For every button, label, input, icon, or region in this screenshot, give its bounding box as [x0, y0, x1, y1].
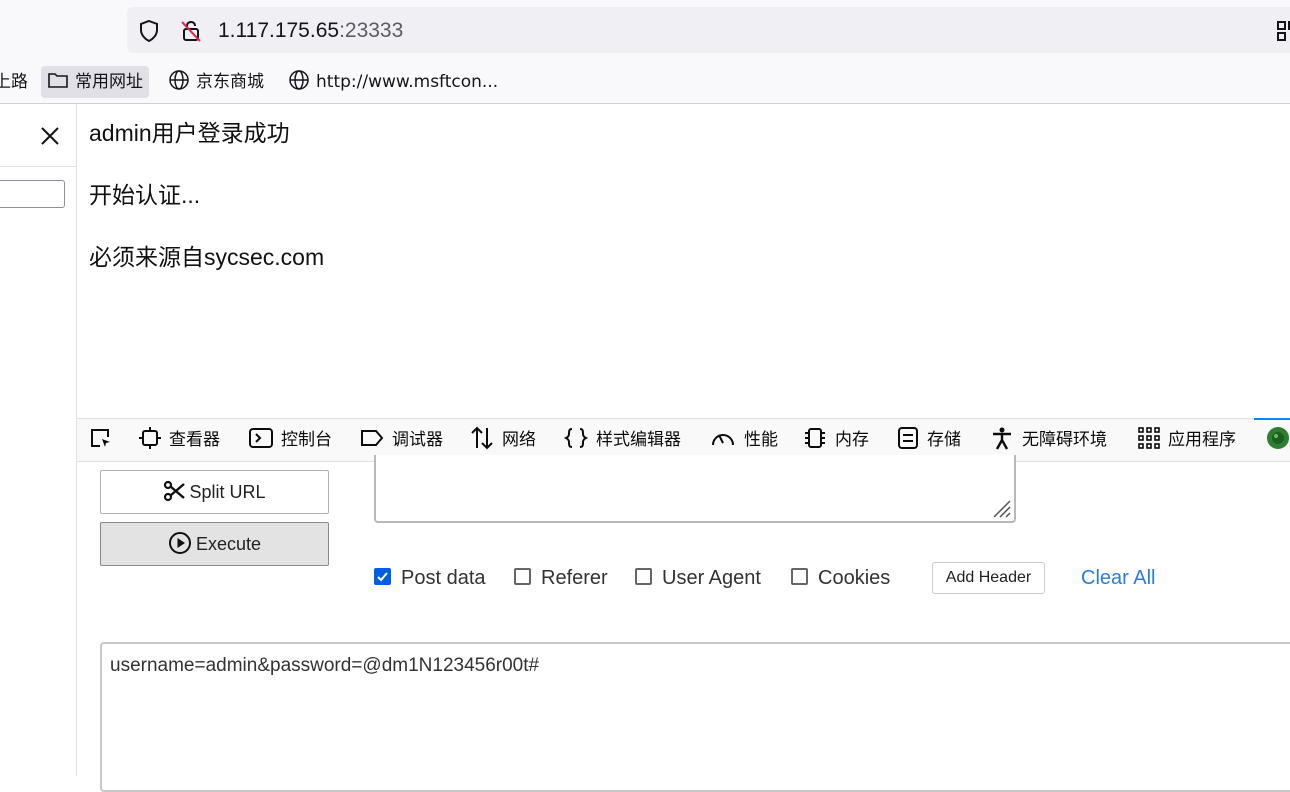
globe-icon	[169, 70, 189, 90]
console-icon	[249, 428, 273, 448]
close-icon[interactable]	[38, 124, 62, 148]
url-host: 1.117.175.65	[218, 19, 340, 42]
checkbox-icon[interactable]	[791, 568, 808, 586]
clear-all-link[interactable]: Clear All	[1081, 566, 1155, 590]
sidebar-search-input[interactable]	[0, 180, 65, 208]
bookmarks-bar: 上路 常用网址 京东商城 http://www.msftcon...	[0, 62, 1290, 104]
user-agent-checkbox[interactable]: User Agent	[635, 566, 761, 590]
bookmark-item[interactable]: 上路	[0, 66, 28, 98]
curly-braces-icon	[563, 428, 589, 448]
auth-start-text: 开始认证...	[89, 182, 201, 208]
post-data-checkbox[interactable]: Post data	[374, 566, 486, 590]
url-text[interactable]: 1.117.175.65:23333	[218, 18, 403, 44]
globe-icon	[289, 70, 309, 90]
debugger-icon	[361, 430, 384, 446]
url-port: :23333	[339, 19, 404, 42]
active-tab-indicator	[1254, 418, 1290, 420]
bookmark-msftconnect[interactable]: http://www.msftcon...	[288, 66, 498, 98]
referer-required-text: 必须来源自sycsec.com	[89, 244, 325, 270]
resize-grip-icon[interactable]	[990, 497, 1012, 519]
referer-checkbox[interactable]: Referer	[514, 566, 608, 590]
tab-application[interactable]: 应用程序	[1138, 419, 1236, 461]
scissors-icon	[164, 481, 186, 502]
add-header-button[interactable]: Add Header	[932, 562, 1045, 594]
post-data-value: username=admin&password=@dm1N123456r00t#	[110, 655, 540, 676]
sidebar-panel	[0, 104, 77, 776]
post-data-textarea[interactable]: username=admin&password=@dm1N123456r00t#	[100, 642, 1290, 792]
bookmark-folder-common[interactable]: 常用网址	[41, 66, 149, 98]
checkbox-checked-icon[interactable]	[374, 568, 391, 586]
element-picker-icon	[91, 429, 110, 447]
storage-icon	[898, 427, 918, 449]
sidebar-divider	[0, 166, 76, 167]
folder-icon	[48, 73, 68, 88]
tab-console[interactable]: 控制台	[249, 419, 332, 461]
hackbar-extension-icon	[1267, 427, 1289, 449]
shield-icon[interactable]	[136, 18, 162, 44]
network-arrows-icon	[471, 426, 493, 450]
tab-hackbar[interactable]	[1266, 419, 1290, 461]
grid-dots-icon	[1138, 427, 1160, 449]
url-textarea[interactable]	[374, 455, 1016, 523]
accessibility-person-icon	[993, 427, 1011, 450]
checkbox-icon[interactable]	[635, 568, 652, 586]
inspector-icon	[139, 427, 161, 449]
gauge-icon	[712, 434, 734, 446]
execute-button[interactable]: Execute	[100, 522, 329, 566]
insecure-lock-icon[interactable]	[178, 18, 204, 44]
split-url-button[interactable]: Split URL	[100, 470, 329, 514]
qr-code-icon[interactable]	[1276, 20, 1290, 42]
url-bar-row: 1.117.175.65:23333	[0, 0, 1290, 62]
play-circle-icon	[168, 532, 191, 555]
tab-inspector[interactable]: 查看器	[139, 419, 220, 461]
cookies-checkbox[interactable]: Cookies	[791, 566, 890, 590]
element-picker-button[interactable]	[89, 419, 121, 461]
bookmark-jd[interactable]: 京东商城	[168, 66, 264, 98]
checkbox-icon[interactable]	[514, 568, 531, 586]
login-success-text: admin用户登录成功	[89, 120, 290, 146]
memory-chip-icon	[805, 428, 825, 448]
